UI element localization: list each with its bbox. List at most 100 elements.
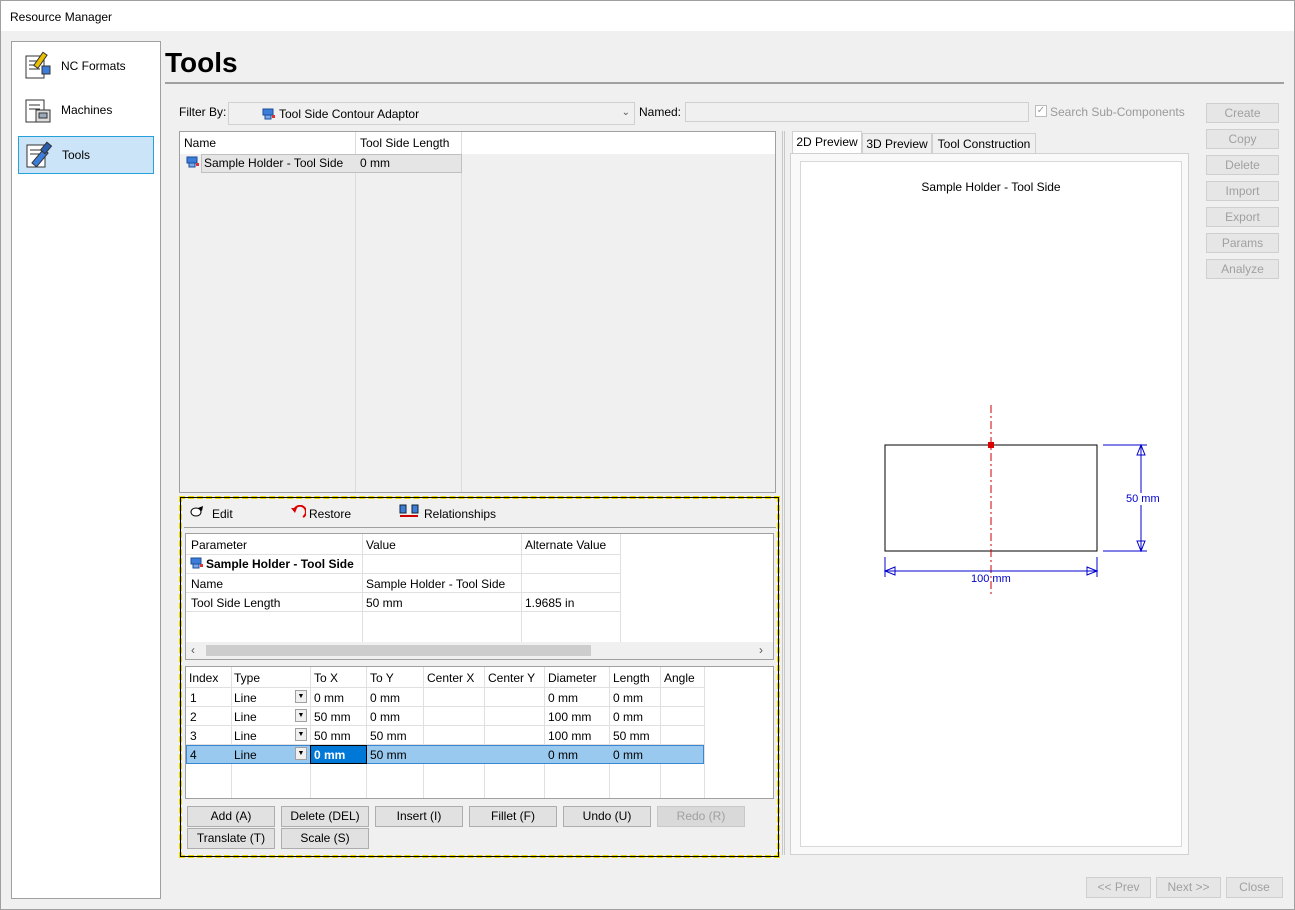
- contour-grid[interactable]: Index Type To X To Y Center X Center Y D…: [185, 666, 774, 799]
- type-dropdown-icon[interactable]: ▼: [295, 728, 307, 741]
- filter-label: Filter By:: [179, 105, 227, 119]
- scroll-right-icon[interactable]: ›: [759, 643, 763, 657]
- param-length-value[interactable]: 50 mm: [366, 596, 403, 610]
- edit-icon: [190, 505, 204, 522]
- nav-item-label: Machines: [61, 103, 113, 117]
- edit-panel: Edit Restore Relationships Parameter Val…: [179, 496, 780, 858]
- search-sub-components-label: Search Sub-Components: [1050, 105, 1185, 119]
- scale-button[interactable]: Scale (S): [281, 828, 369, 849]
- origin-marker: [988, 442, 994, 448]
- column-header-length[interactable]: Tool Side Length: [360, 136, 449, 150]
- preview-canvas[interactable]: Sample Holder - Tool Side 50 mm 100 mm: [800, 161, 1182, 847]
- dimension-width-label: 100 mm: [971, 573, 1011, 585]
- column-header-alternate-value: Alternate Value: [525, 538, 607, 552]
- splitter-handle[interactable]: [782, 131, 785, 855]
- scroll-left-icon[interactable]: ‹: [191, 643, 195, 657]
- nav-item-tools[interactable]: Tools: [18, 136, 154, 174]
- page-title: Tools: [165, 47, 238, 78]
- to-x-cell[interactable]: 50 mm: [314, 710, 351, 724]
- column-header-to-x: To X: [314, 671, 339, 685]
- tool-length-cell: 0 mm: [360, 156, 390, 170]
- redo-button[interactable]: Redo (R): [657, 806, 745, 827]
- param-name-value[interactable]: Sample Holder - Tool Side: [366, 577, 505, 591]
- analyze-button[interactable]: Analyze: [1206, 259, 1279, 279]
- column-header-angle: Angle: [664, 671, 695, 685]
- type-cell[interactable]: Line: [234, 729, 257, 743]
- type-dropdown-icon[interactable]: ▼: [295, 747, 307, 760]
- nav-item-machines[interactable]: Machines: [18, 91, 154, 129]
- tool-drawing: [883, 405, 1147, 594]
- copy-button[interactable]: Copy: [1206, 129, 1279, 149]
- to-y-cell[interactable]: 50 mm: [370, 729, 407, 743]
- filter-value: Tool Side Contour Adaptor: [279, 107, 420, 121]
- nc-formats-icon: [22, 50, 54, 82]
- diameter-cell: 0 mm: [548, 691, 578, 705]
- param-length-label: Tool Side Length: [191, 596, 281, 610]
- create-button[interactable]: Create: [1206, 103, 1279, 123]
- close-button[interactable]: Close: [1226, 877, 1283, 898]
- to-y-cell[interactable]: 0 mm: [370, 691, 400, 705]
- tool-side-icon: [262, 108, 276, 123]
- tab-3d-preview[interactable]: 3D Preview: [862, 133, 932, 155]
- nav-item-label: NC Formats: [61, 59, 126, 73]
- filter-dropdown[interactable]: Tool Side Contour Adaptor ⌄: [228, 102, 635, 125]
- delete-button[interactable]: Delete: [1206, 155, 1279, 175]
- next-button[interactable]: Next >>: [1156, 877, 1221, 898]
- type-dropdown-icon[interactable]: ▼: [295, 690, 307, 703]
- delete-row-button[interactable]: Delete (DEL): [281, 806, 369, 827]
- column-header-center-y: Center Y: [488, 671, 536, 685]
- chevron-down-icon: ⌄: [621, 107, 630, 118]
- column-header-diameter: Diameter: [548, 671, 597, 685]
- named-field[interactable]: [685, 102, 1029, 122]
- tool-side-icon: [186, 156, 200, 171]
- type-dropdown-icon[interactable]: ▼: [295, 709, 307, 722]
- tab-2d-preview[interactable]: 2D Preview: [792, 131, 862, 155]
- import-button[interactable]: Import: [1206, 181, 1279, 201]
- column-header-center-x: Center X: [427, 671, 475, 685]
- column-header-value: Value: [366, 538, 396, 552]
- params-button[interactable]: Params: [1206, 233, 1279, 253]
- tools-icon: [23, 139, 55, 171]
- prev-button[interactable]: << Prev: [1086, 877, 1151, 898]
- to-x-cell[interactable]: 50 mm: [314, 729, 351, 743]
- parameter-group-title: Sample Holder - Tool Side: [206, 557, 354, 571]
- search-sub-components-checkbox[interactable]: ✓: [1035, 105, 1047, 117]
- category-nav: NC Formats Machines Tools: [11, 41, 161, 899]
- tool-name-cell: Sample Holder - Tool Side: [204, 156, 344, 170]
- title-bar: Resource Manager: [0, 0, 1295, 31]
- to-y-cell[interactable]: 0 mm: [370, 710, 400, 724]
- nav-item-label: Tools: [62, 148, 91, 162]
- add-button[interactable]: Add (A): [187, 806, 275, 827]
- column-header-to-y: To Y: [370, 671, 394, 685]
- horizontal-scrollbar[interactable]: ‹ ›: [186, 642, 773, 659]
- export-button[interactable]: Export: [1206, 207, 1279, 227]
- type-cell[interactable]: Line: [234, 691, 257, 705]
- edit-button[interactable]: Edit: [212, 507, 233, 521]
- column-header-type: Type: [234, 671, 261, 685]
- type-cell[interactable]: Line: [234, 710, 257, 724]
- to-x-cell[interactable]: 0 mm: [314, 748, 345, 762]
- scrollbar-thumb[interactable]: [206, 645, 591, 656]
- index-cell: 4: [190, 748, 197, 762]
- parameter-grid[interactable]: Parameter Value Alternate Value Sample H…: [185, 533, 774, 660]
- column-header-name[interactable]: Name: [184, 136, 216, 150]
- param-length-alternate: 1.9685 in: [525, 596, 575, 610]
- fillet-button[interactable]: Fillet (F): [469, 806, 557, 827]
- param-name-label: Name: [191, 577, 224, 591]
- undo-button[interactable]: Undo (U): [563, 806, 651, 827]
- relationships-button[interactable]: Relationships: [424, 507, 496, 521]
- translate-button[interactable]: Translate (T): [187, 828, 275, 849]
- tool-list[interactable]: Name Tool Side Length Sample Holder - To…: [179, 131, 776, 493]
- index-cell: 1: [190, 691, 197, 705]
- insert-button[interactable]: Insert (I): [375, 806, 463, 827]
- restore-button[interactable]: Restore: [309, 507, 351, 521]
- index-cell: 2: [190, 710, 197, 724]
- tab-tool-construction[interactable]: Tool Construction: [932, 133, 1036, 155]
- machines-icon: [22, 94, 54, 126]
- length-cell: 50 mm: [613, 729, 650, 743]
- type-cell[interactable]: Line: [234, 748, 257, 762]
- nav-item-nc-formats[interactable]: NC Formats: [18, 47, 154, 85]
- to-y-cell[interactable]: 50 mm: [370, 748, 407, 762]
- to-x-cell[interactable]: 0 mm: [314, 691, 344, 705]
- relationships-icon: [398, 503, 422, 522]
